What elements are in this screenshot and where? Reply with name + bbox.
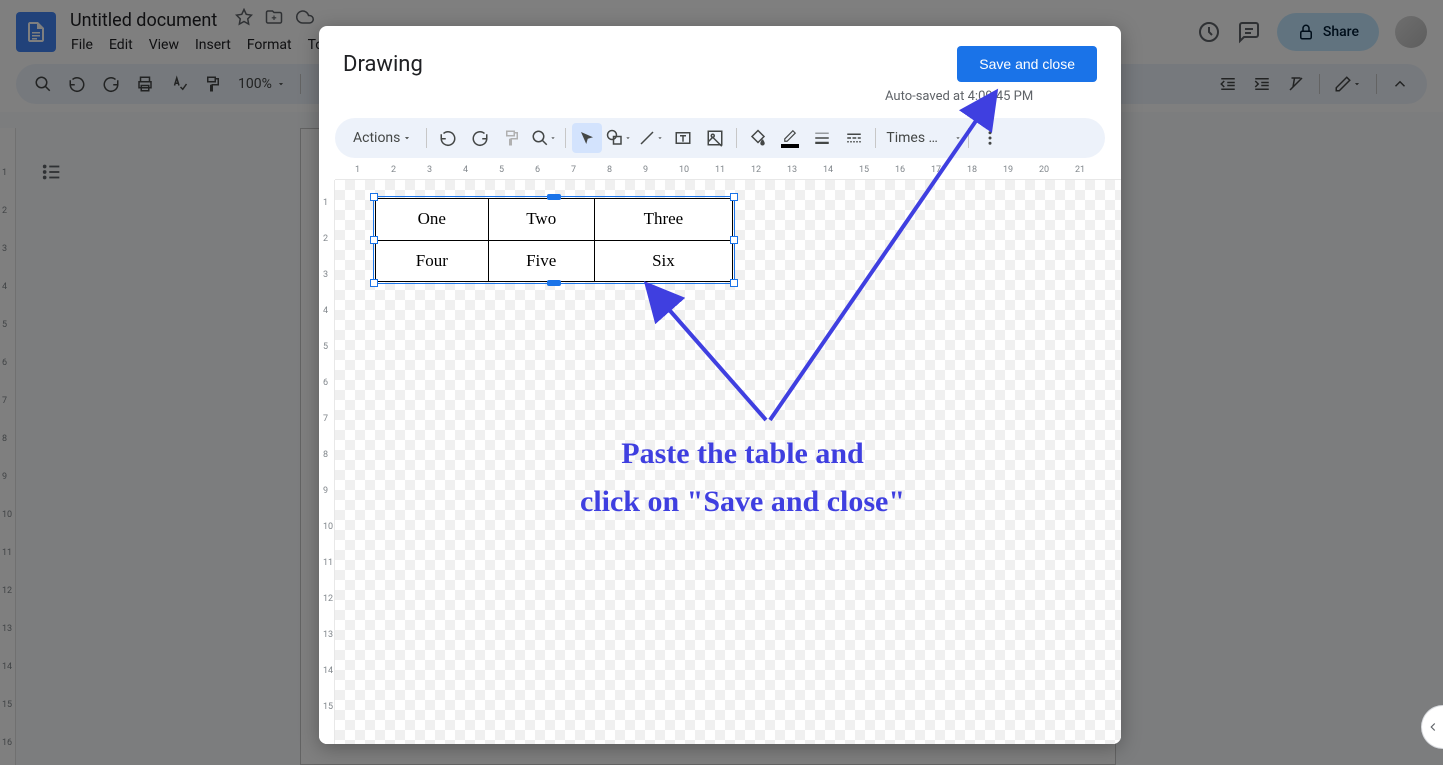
undo-icon[interactable] xyxy=(433,123,463,153)
annotation-text: Paste the table and click on "Save and c… xyxy=(580,430,905,526)
border-color-icon[interactable] xyxy=(775,123,805,153)
more-options-icon[interactable] xyxy=(975,123,1005,153)
shape-tool-icon[interactable] xyxy=(604,123,634,153)
border-weight-icon[interactable] xyxy=(807,123,837,153)
save-and-close-button[interactable]: Save and close xyxy=(957,46,1097,82)
actions-menu[interactable]: Actions xyxy=(345,124,420,152)
redo-icon[interactable] xyxy=(465,123,495,153)
textbox-tool-icon[interactable] xyxy=(668,123,698,153)
horizontal-ruler: 123456789101112131415161718192021 xyxy=(335,164,1121,180)
font-select[interactable]: Times … xyxy=(882,126,952,150)
pasted-table-selection[interactable]: One Two Three Four Five Six xyxy=(375,198,733,282)
modal-title: Drawing xyxy=(343,52,423,77)
fill-color-icon[interactable] xyxy=(743,123,773,153)
line-tool-icon[interactable] xyxy=(636,123,666,153)
image-tool-icon[interactable] xyxy=(700,123,730,153)
zoom-icon[interactable] xyxy=(529,123,559,153)
canvas-vertical-ruler: 123456789101112131415 xyxy=(319,180,335,744)
drawing-modal: Drawing Save and close Auto-saved at 4:0… xyxy=(319,26,1121,744)
select-tool-icon[interactable] xyxy=(572,123,602,153)
border-dash-icon[interactable] xyxy=(839,123,869,153)
drawing-toolbar: Actions Times … xyxy=(335,118,1105,158)
autosave-status: Auto-saved at 4:09:45 PM xyxy=(885,89,1033,104)
paint-format-icon[interactable] xyxy=(497,123,527,153)
